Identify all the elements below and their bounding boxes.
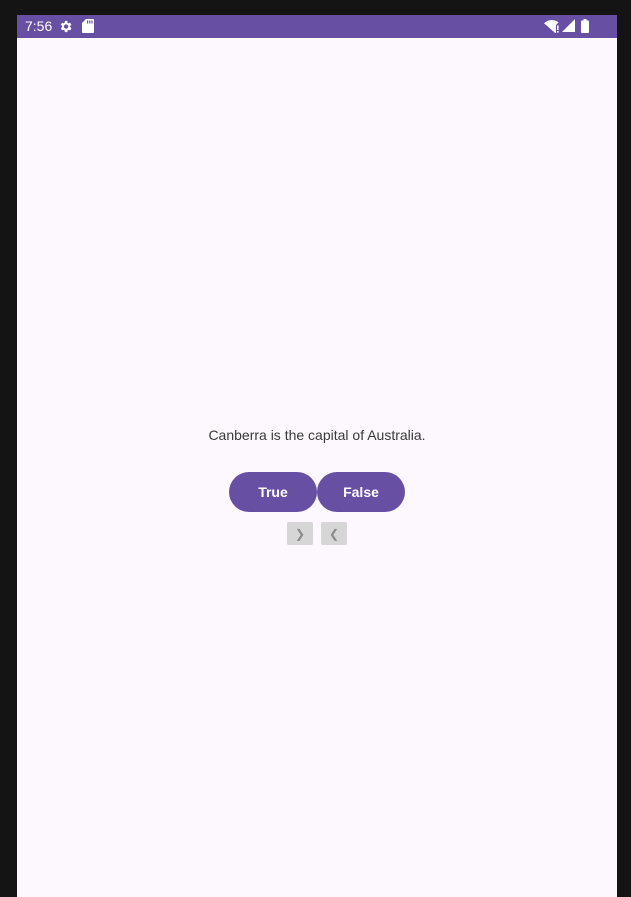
next-button[interactable]: ❯ bbox=[287, 522, 313, 545]
chevron-left-icon: ❮ bbox=[328, 526, 340, 541]
status-bar: 7:56 bbox=[17, 15, 617, 38]
settings-gear-icon bbox=[60, 20, 72, 33]
wifi-icon bbox=[544, 20, 559, 33]
question-text: Canberra is the capital of Australia. bbox=[208, 427, 426, 443]
previous-button[interactable]: ❮ bbox=[321, 522, 347, 545]
false-button[interactable]: False bbox=[317, 472, 405, 512]
status-time: 7:56 bbox=[25, 18, 53, 34]
chevron-right-icon: ❯ bbox=[294, 526, 306, 541]
app-screen: 7:56 Canberra is the capital of Australi… bbox=[17, 15, 617, 897]
true-button[interactable]: True bbox=[229, 472, 317, 512]
cell-signal-icon bbox=[562, 19, 575, 32]
battery-icon bbox=[581, 19, 589, 33]
sd-card-icon bbox=[82, 19, 94, 33]
